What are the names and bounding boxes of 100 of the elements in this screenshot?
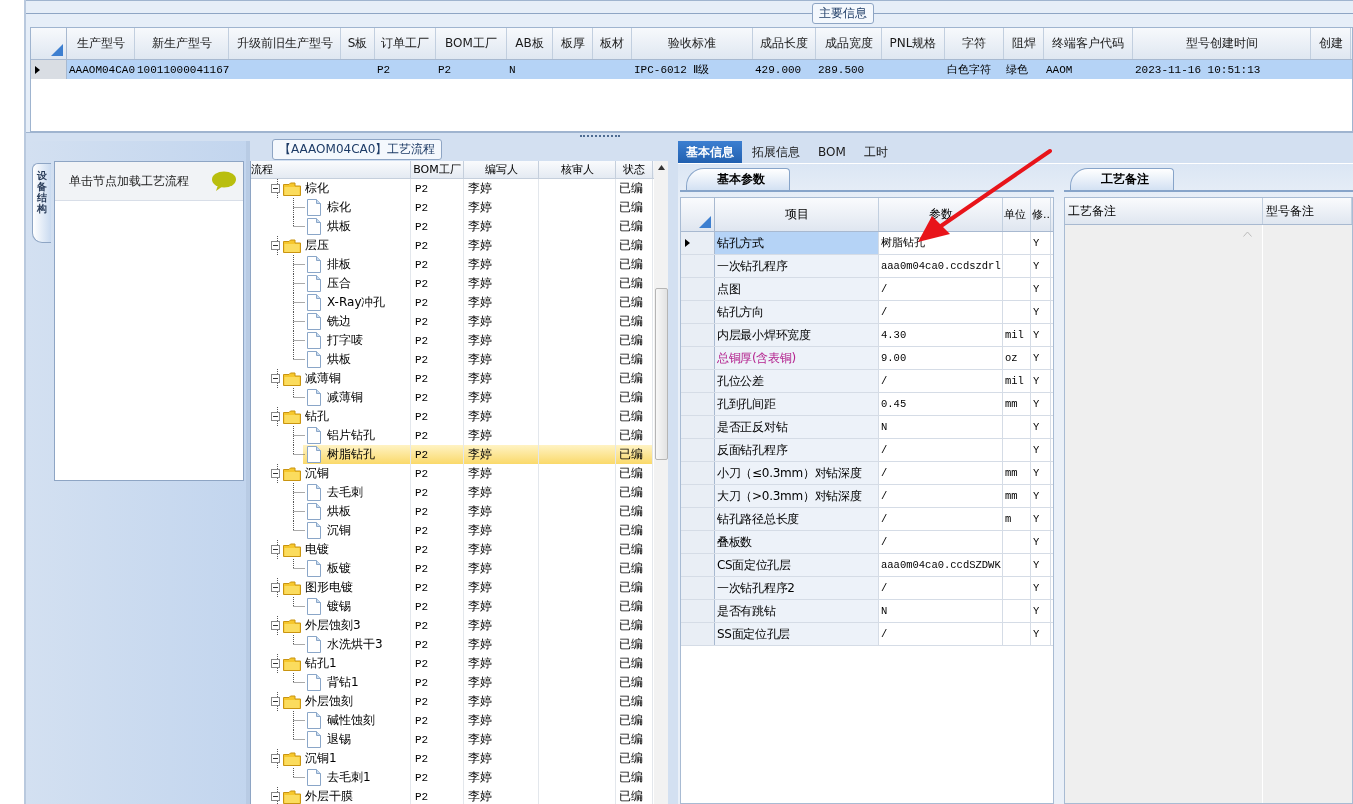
- column-header[interactable]: BOM工厂: [436, 28, 507, 59]
- tree-row[interactable]: 沉铜 P2 李婷 已编: [251, 521, 653, 540]
- table-row[interactable]: 总铜厚(含表铜) 9.00 oz Y: [681, 347, 1053, 370]
- table-row[interactable]: 孔到孔间距 0.45 mm Y: [681, 393, 1053, 416]
- tree-row[interactable]: 退锡 P2 李婷 已编: [251, 730, 653, 749]
- column-header[interactable]: 流程: [251, 161, 411, 178]
- table-row[interactable]: 内层最小焊环宽度 4.30 mil Y: [681, 324, 1053, 347]
- tree-row[interactable]: 烘板 P2 李婷 已编: [251, 502, 653, 521]
- column-header[interactable]: BOM工厂: [411, 161, 464, 178]
- column-header[interactable]: AB板: [507, 28, 553, 59]
- table-row[interactable]: 点图 / Y: [681, 278, 1053, 301]
- tree-row[interactable]: 镀锡 P2 李婷 已编: [251, 597, 653, 616]
- column-header[interactable]: 状态: [616, 161, 653, 178]
- scroll-up-icon[interactable]: [657, 165, 665, 170]
- column-header[interactable]: 核审人: [539, 161, 616, 178]
- side-tab[interactable]: 设备结构: [32, 163, 51, 243]
- tree-row[interactable]: 外层干膜 P2 李婷 已编: [251, 787, 653, 804]
- table-row[interactable]: CS面定位孔层 aaa0m04ca0.ccdSZDWK Y: [681, 554, 1053, 577]
- tree-row[interactable]: 沉铜1 P2 李婷 已编: [251, 749, 653, 768]
- tree-row[interactable]: 去毛刺 P2 李婷 已编: [251, 483, 653, 502]
- column-header[interactable]: 板厚: [553, 28, 593, 59]
- tree-row[interactable]: 水洗烘干3 P2 李婷 已编: [251, 635, 653, 654]
- tree-row[interactable]: 去毛刺1 P2 李婷 已编: [251, 768, 653, 787]
- collapse-icon[interactable]: [271, 545, 280, 554]
- tree-row[interactable]: 图形电镀 P2 李婷 已编: [251, 578, 653, 597]
- table-row[interactable]: AAAOM04CA0 10011000041167 P2 P2 N IPC-6012 Ⅱ级 429.000 289.500 白色字符 绿色 AAOM 2023-11-16 10:51:13: [31, 60, 1352, 79]
- tree-row[interactable]: 烘板 P2 李婷 已编: [251, 217, 653, 236]
- table-row[interactable]: 钻孔方向 / Y: [681, 301, 1053, 324]
- tree-row[interactable]: 碱性蚀刻 P2 李婷 已编: [251, 711, 653, 730]
- tree-row[interactable]: 层压 P2 李婷 已编: [251, 236, 653, 255]
- table-row[interactable]: 是否有跳钻 N Y: [681, 600, 1053, 623]
- tree-row[interactable]: 打字唛 P2 李婷 已编: [251, 331, 653, 350]
- tree-row[interactable]: 烘板 P2 李婷 已编: [251, 350, 653, 369]
- collapse-icon[interactable]: [271, 241, 280, 250]
- column-header[interactable]: 阻焊: [1004, 28, 1044, 59]
- table-row[interactable]: 叠板数 / Y: [681, 531, 1053, 554]
- splitter-grip[interactable]: [579, 135, 620, 139]
- table-row[interactable]: 钻孔方式 树脂钻孔 Y: [681, 232, 1053, 255]
- tree-row[interactable]: 钻孔 P2 李婷 已编: [251, 407, 653, 426]
- column-header[interactable]: 板材: [593, 28, 632, 59]
- tree-row[interactable]: 背钻1 P2 李婷 已编: [251, 673, 653, 692]
- sub-tab[interactable]: 基本参数: [686, 168, 790, 190]
- tab[interactable]: 拓展信息: [744, 141, 808, 163]
- table-row[interactable]: 反面钻孔程序 / Y: [681, 439, 1053, 462]
- tree-row[interactable]: 减薄铜 P2 李婷 已编: [251, 369, 653, 388]
- column-header[interactable]: 项目: [715, 198, 879, 231]
- tree-row[interactable]: 棕化 P2 李婷 已编: [251, 198, 653, 217]
- column-header[interactable]: 生产型号: [67, 28, 135, 59]
- collapse-icon[interactable]: [271, 697, 280, 706]
- scrollbar[interactable]: [654, 161, 668, 804]
- tree-row[interactable]: 电镀 P2 李婷 已编: [251, 540, 653, 559]
- tab[interactable]: BOM: [810, 141, 854, 163]
- collapse-icon[interactable]: [271, 621, 280, 630]
- table-row[interactable]: 小刀（≤0.3mm）对钻深度 / mm Y: [681, 462, 1053, 485]
- column-header[interactable]: 字符: [945, 28, 1004, 59]
- scroll-thumb[interactable]: [654, 288, 668, 460]
- collapse-icon[interactable]: [271, 374, 280, 383]
- collapse-icon[interactable]: [271, 792, 280, 801]
- table-row[interactable]: 一次钻孔程序2 / Y: [681, 577, 1053, 600]
- tree-row[interactable]: 板镀 P2 李婷 已编: [251, 559, 653, 578]
- collapse-icon[interactable]: [271, 583, 280, 592]
- column-header[interactable]: 验收标准: [632, 28, 753, 59]
- collapse-icon[interactable]: [271, 754, 280, 763]
- tab[interactable]: 基本信息: [678, 141, 742, 163]
- table-row[interactable]: 孔位公差 / mil Y: [681, 370, 1053, 393]
- table-row[interactable]: 一次钻孔程序 aaa0m04ca0.ccdszdrl Y: [681, 255, 1053, 278]
- collapse-icon[interactable]: [271, 412, 280, 421]
- column-header[interactable]: 成品宽度: [816, 28, 882, 59]
- column-header[interactable]: 型号备注: [1263, 198, 1352, 224]
- tree-row[interactable]: 沉铜 P2 李婷 已编: [251, 464, 653, 483]
- column-header[interactable]: 订单工厂: [375, 28, 436, 59]
- tree-row[interactable]: 外层蚀刻3 P2 李婷 已编: [251, 616, 653, 635]
- column-header[interactable]: 型号创建时间: [1133, 28, 1311, 59]
- column-header[interactable]: 修..: [1031, 198, 1051, 231]
- tree-row[interactable]: 铣边 P2 李婷 已编: [251, 312, 653, 331]
- tree-row[interactable]: 钻孔1 P2 李婷 已编: [251, 654, 653, 673]
- tree-row[interactable]: 排板 P2 李婷 已编: [251, 255, 653, 274]
- collapse-icon[interactable]: [271, 184, 280, 193]
- collapse-icon[interactable]: [271, 659, 280, 668]
- column-header[interactable]: 单位: [1003, 198, 1031, 231]
- column-header[interactable]: 成品长度: [753, 28, 816, 59]
- tree-row[interactable]: 外层蚀刻 P2 李婷 已编: [251, 692, 653, 711]
- column-header[interactable]: 新生产型号: [135, 28, 229, 59]
- table-row[interactable]: 大刀（>0.3mm）对钻深度 / mm Y: [681, 485, 1053, 508]
- tree-row[interactable]: 棕化 P2 李婷 已编: [251, 179, 653, 198]
- table-row[interactable]: SS面定位孔层 / Y: [681, 623, 1053, 646]
- table-row[interactable]: 是否正反对钻 N Y: [681, 416, 1053, 439]
- tree-row[interactable]: 减薄铜 P2 李婷 已编: [251, 388, 653, 407]
- column-header[interactable]: 升级前旧生产型号: [229, 28, 341, 59]
- column-header[interactable]: 创建: [1311, 28, 1351, 59]
- sub-tab[interactable]: 工艺备注: [1070, 168, 1174, 190]
- tree-row[interactable]: X-Ray冲孔 P2 李婷 已编: [251, 293, 653, 312]
- collapse-icon[interactable]: [271, 469, 280, 478]
- column-header[interactable]: 编写人: [464, 161, 539, 178]
- tab[interactable]: 工时: [855, 141, 896, 163]
- table-row[interactable]: 钻孔路径总长度 / m Y: [681, 508, 1053, 531]
- tree-row[interactable]: 压合 P2 李婷 已编: [251, 274, 653, 293]
- column-header[interactable]: PNL规格: [882, 28, 945, 59]
- column-header[interactable]: 终端客户代码: [1044, 28, 1133, 59]
- column-header[interactable]: 工艺备注: [1065, 198, 1263, 224]
